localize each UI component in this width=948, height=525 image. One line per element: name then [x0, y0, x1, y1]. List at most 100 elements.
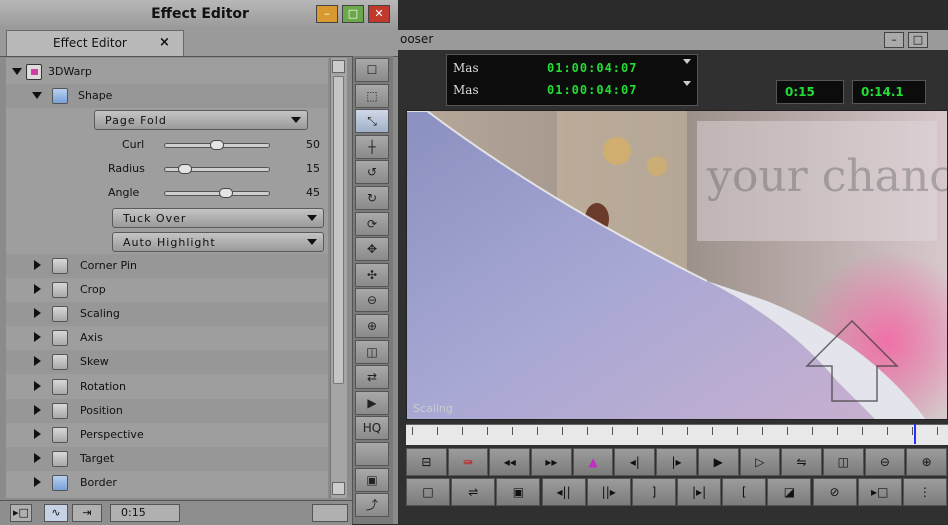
transport-button[interactable]: ◂| [614, 448, 656, 476]
tool-button[interactable]: ☐ [355, 58, 389, 82]
collapse-triangle-icon[interactable] [32, 92, 42, 99]
minimize-button[interactable]: – [884, 32, 904, 48]
group-enable-toggle[interactable] [52, 88, 68, 104]
tool-button[interactable]: ↺ [355, 160, 389, 185]
tool-button[interactable]: ✥ [355, 237, 389, 262]
tool-button[interactable]: ↻ [355, 186, 389, 210]
group-enable-toggle[interactable] [52, 258, 68, 274]
group-enable-toggle[interactable] [52, 354, 68, 371]
chevron-down-icon[interactable] [683, 81, 691, 86]
group-row[interactable]: Position [6, 398, 328, 423]
group-enable-toggle[interactable] [52, 378, 68, 395]
transport-button[interactable]: ◫ [822, 448, 864, 476]
maximize-button[interactable]: □ [908, 32, 928, 48]
close-button[interactable]: ✕ [368, 5, 390, 23]
keyframe-icon[interactable]: ▸□ [10, 504, 32, 522]
transport-button[interactable]: ⊕ [906, 448, 947, 476]
time-field[interactable]: 0:15 [110, 504, 180, 522]
group-enable-toggle[interactable] [52, 474, 68, 491]
timecode-box-1[interactable]: 0:15 [776, 80, 844, 104]
tool-button[interactable]: ⟳ [355, 211, 389, 236]
transport-button[interactable]: [ [722, 478, 767, 506]
expand-triangle-icon[interactable] [34, 308, 41, 319]
group-enable-toggle[interactable] [52, 450, 68, 467]
expand-triangle-icon[interactable] [34, 332, 41, 343]
transport-button[interactable]: ▶ [697, 448, 739, 476]
effect-root-row[interactable]: 3DWarp [6, 60, 328, 84]
chevron-down-icon[interactable] [683, 59, 691, 64]
tool-button[interactable]: ▶ [355, 390, 389, 415]
group-enable-toggle[interactable] [52, 426, 68, 443]
group-enable-toggle[interactable] [52, 282, 68, 299]
group-row[interactable]: Crop [6, 278, 328, 302]
group-row[interactable]: Target [6, 446, 328, 471]
tab-close-icon[interactable]: × [159, 35, 170, 50]
group-row[interactable]: Border [6, 471, 328, 495]
transport-button[interactable]: ▸□ [857, 478, 902, 506]
tool-button[interactable]: ⊖ [355, 288, 389, 313]
tool-button[interactable]: ✣ [355, 262, 389, 287]
group-row[interactable]: Rotation [6, 375, 328, 399]
tool-button[interactable]: ⬚ [355, 83, 389, 108]
expand-triangle-icon[interactable] [34, 428, 41, 439]
slider-knob[interactable] [210, 140, 224, 150]
transport-button[interactable]: ▲ [572, 448, 614, 476]
tool-button[interactable]: ⤴ [355, 493, 389, 518]
scroll-up-button[interactable] [332, 60, 345, 73]
transport-button[interactable]: ⋮ [902, 478, 947, 506]
scroll-down-button[interactable] [332, 482, 345, 495]
slider-knob[interactable] [219, 188, 234, 198]
transport-button[interactable]: ▷ [739, 448, 781, 476]
playhead-indicator[interactable] [914, 424, 916, 444]
slider-track[interactable] [164, 191, 270, 196]
tool-button[interactable]: ⇄ [355, 365, 389, 390]
group-row[interactable]: Skew [6, 350, 328, 375]
tool-button[interactable]: ◫ [355, 339, 389, 364]
transport-button[interactable]: |▸| [677, 478, 722, 506]
group-row[interactable]: Corner Pin [6, 254, 328, 278]
video-viewer[interactable]: your chance . Scaling [406, 110, 948, 420]
tab-effect-editor[interactable]: Effect Editor × [6, 30, 184, 56]
composer-titlebar[interactable]: ooser – □ [398, 30, 948, 50]
vertical-scrollbar[interactable] [330, 58, 347, 498]
group-shape-row[interactable]: Shape [6, 84, 328, 108]
transport-button[interactable]: ⇛ [447, 448, 489, 476]
effect-editor-titlebar[interactable]: Effect Editor – □ ✕ [0, 0, 398, 29]
shape-dropdown[interactable]: Page Fold [94, 110, 308, 130]
fold-dropdown[interactable]: Tuck Over [112, 208, 324, 228]
scroll-thumb[interactable] [333, 76, 344, 384]
curve-icon[interactable]: ∿ [44, 504, 68, 522]
expand-triangle-icon[interactable] [34, 380, 41, 391]
tool-button[interactable]: ▣ [355, 467, 389, 492]
transport-button[interactable]: ⊖ [864, 448, 906, 476]
minimize-button[interactable]: – [316, 5, 338, 23]
bottom-spare-button[interactable] [312, 504, 348, 522]
transport-button[interactable]: □ [406, 478, 451, 506]
group-row[interactable]: Axis [6, 326, 328, 350]
transport-button[interactable]: ⊟ [406, 448, 447, 476]
group-row[interactable]: Perspective [6, 423, 328, 447]
transport-button[interactable]: ⇌ [451, 478, 496, 506]
slider-knob[interactable] [177, 164, 192, 174]
maximize-button[interactable]: □ [342, 5, 364, 23]
tool-button[interactable]: HQ [355, 416, 389, 441]
trim-icon[interactable]: ⇥ [72, 504, 102, 522]
expand-triangle-icon[interactable] [34, 284, 41, 295]
transport-button[interactable]: ▸▸ [531, 448, 572, 476]
tool-button[interactable]: ┼ [355, 134, 389, 159]
group-enable-toggle[interactable] [52, 402, 68, 419]
tool-button[interactable]: ⊕ [355, 314, 389, 338]
transport-button[interactable]: ||▸ [586, 478, 631, 506]
group-enable-toggle[interactable] [52, 330, 68, 347]
transport-button[interactable]: ◂|| [541, 478, 586, 506]
transport-button[interactable]: ⇋ [781, 448, 822, 476]
timecode-display[interactable]: Mas 01:00:04:07 Mas 01:00:04:07 [446, 54, 698, 106]
expand-triangle-icon[interactable] [34, 452, 41, 463]
group-enable-toggle[interactable] [52, 306, 68, 323]
transport-button[interactable]: ] [631, 478, 676, 506]
expand-triangle-icon[interactable] [34, 476, 41, 487]
group-row[interactable]: Scaling [6, 302, 328, 327]
transport-button[interactable]: ▣ [496, 478, 541, 506]
expand-triangle-icon[interactable] [34, 260, 41, 270]
transport-button[interactable]: |▸ [656, 448, 697, 476]
